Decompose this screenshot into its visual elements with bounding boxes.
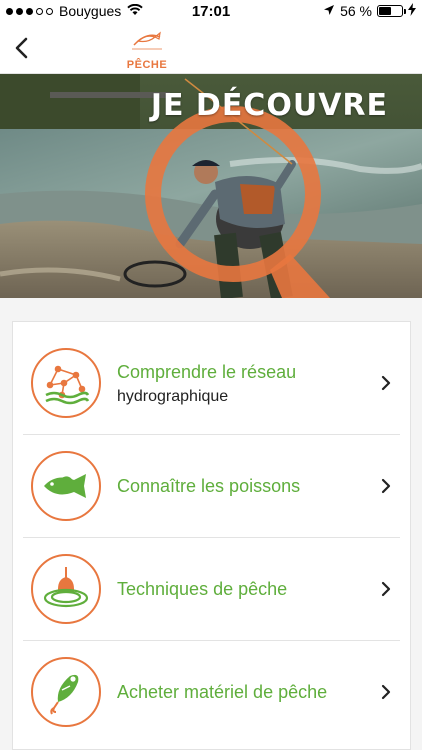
item-subtitle: hydrographique xyxy=(117,387,229,405)
screen: Bouygues 17:01 56 % PÊCHE JE DÉCOUVRE Co… xyxy=(0,0,422,750)
chevron-right-icon xyxy=(374,680,398,704)
menu-item-acheter-materiel[interactable]: Acheter matériel de pêche xyxy=(23,641,400,743)
charging-bolt-icon xyxy=(408,3,416,19)
menu-item-poissons[interactable]: Connaître les poissons xyxy=(23,435,400,537)
item-title: Connaître les poissons xyxy=(117,475,301,496)
status-bar: Bouygues 17:01 56 % xyxy=(0,0,422,22)
icon-circle xyxy=(31,554,101,624)
icon-circle xyxy=(31,451,101,521)
hero-title: JE DÉCOUVRE xyxy=(150,88,388,123)
item-text: Acheter matériel de pêche xyxy=(117,681,374,704)
fish-logo-icon xyxy=(132,31,162,50)
battery-level xyxy=(379,7,392,15)
status-right: 56 % xyxy=(323,3,416,19)
item-title: Acheter matériel de pêche xyxy=(117,681,328,702)
chevron-right-icon xyxy=(374,577,398,601)
item-text: Comprendre le réseau hydrographique xyxy=(117,361,374,406)
app-logo: PÊCHE xyxy=(122,25,172,71)
battery-percent: 56 % xyxy=(340,3,372,19)
lure-icon xyxy=(50,674,79,715)
chevron-left-icon xyxy=(15,37,28,59)
float-icon xyxy=(43,567,89,608)
icon-circle xyxy=(31,657,101,727)
chevron-right-icon xyxy=(374,371,398,395)
fish-icon xyxy=(44,474,86,498)
item-text: Connaître les poissons xyxy=(117,475,374,498)
item-title: Techniques de pêche xyxy=(117,578,288,599)
navigation-bar: PÊCHE xyxy=(0,22,422,74)
menu-item-techniques[interactable]: Techniques de pêche xyxy=(23,538,400,640)
item-text: Techniques de pêche xyxy=(117,578,374,601)
item-title: Comprendre le réseau xyxy=(117,361,297,382)
icon-circle xyxy=(31,348,101,418)
network-icon xyxy=(45,365,90,405)
chevron-right-icon xyxy=(374,474,398,498)
battery-icon xyxy=(377,5,406,17)
back-button[interactable] xyxy=(6,32,36,64)
logo-text: PÊCHE xyxy=(126,59,168,71)
location-arrow-icon xyxy=(323,3,335,19)
menu-card: Comprendre le réseau hydrographique Conn… xyxy=(12,321,411,750)
menu-item-reseau-hydrographique[interactable]: Comprendre le réseau hydrographique xyxy=(23,332,400,434)
hero-banner: JE DÉCOUVRE xyxy=(0,74,422,298)
